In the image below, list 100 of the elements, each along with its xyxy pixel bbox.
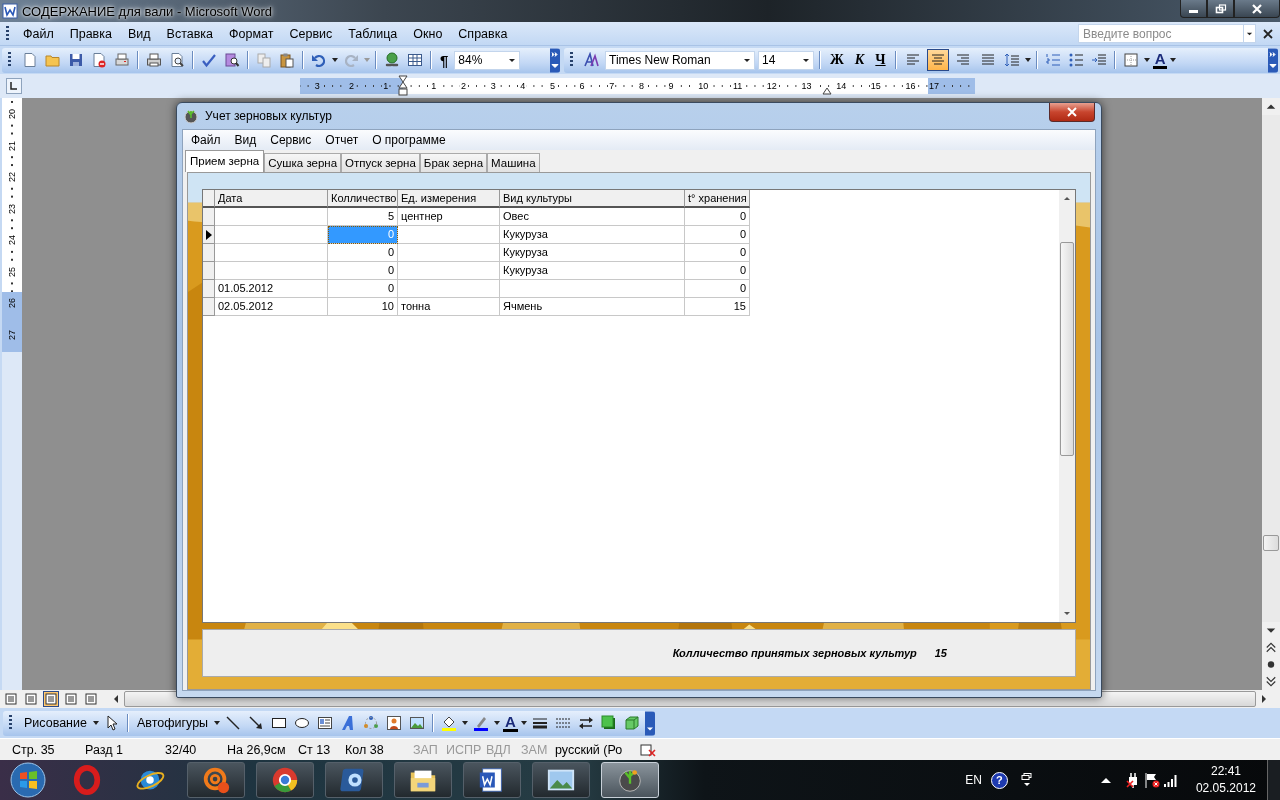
signal-icon[interactable]	[1162, 772, 1179, 788]
shadow-icon[interactable]	[600, 715, 617, 731]
close-icon[interactable]	[1262, 27, 1274, 40]
print-icon[interactable]	[146, 52, 162, 68]
column-header[interactable]: Дата	[215, 190, 328, 208]
fill-color-icon[interactable]	[441, 715, 458, 731]
grain-app-icon[interactable]	[601, 762, 659, 798]
menu-item[interactable]: О программе	[365, 133, 453, 147]
table-cell[interactable]: Овес	[500, 208, 685, 226]
align-center-icon[interactable]	[926, 49, 949, 71]
table-cell[interactable]: 15	[685, 298, 750, 316]
table-cell[interactable]	[398, 226, 500, 244]
underline-button[interactable]: Ч	[871, 52, 890, 68]
menu-item[interactable]: Вставка	[158, 26, 222, 41]
tab[interactable]: Брак зерна	[419, 153, 488, 172]
font-size-field[interactable]: 14	[758, 50, 814, 70]
zoom-field[interactable]: 84%	[454, 50, 521, 70]
column-header[interactable]: Колличество	[328, 190, 398, 208]
diagram-icon[interactable]	[363, 715, 380, 731]
table-cell[interactable]: 0	[685, 244, 750, 262]
folder-icon[interactable]	[394, 762, 452, 798]
normal-view-icon[interactable]	[3, 691, 19, 707]
picture-icon[interactable]	[409, 715, 426, 731]
indent-marker[interactable]	[398, 75, 408, 97]
styles-icon[interactable]	[584, 52, 600, 68]
dropdown-arrow-icon[interactable]	[802, 56, 810, 64]
caret-icon[interactable]	[332, 58, 338, 62]
font-color-button[interactable]: A	[503, 714, 518, 732]
scrollbar-thumb[interactable]	[1263, 535, 1279, 551]
menu-item[interactable]: Таблица	[340, 26, 406, 41]
table-cell[interactable]	[398, 262, 500, 280]
table-cell[interactable]: 0	[685, 262, 750, 280]
reading-view-icon[interactable]	[83, 691, 99, 707]
menu-item[interactable]: Формат	[221, 26, 282, 41]
autoshapes-menu-button[interactable]: Автофигуры	[133, 716, 212, 730]
flag-icon[interactable]	[1143, 772, 1160, 788]
caret-icon[interactable]	[1143, 58, 1150, 62]
indent-icon[interactable]	[1090, 52, 1107, 68]
caret-icon[interactable]	[92, 721, 99, 725]
fax-icon[interactable]	[114, 52, 130, 68]
table-cell[interactable]: 10	[328, 298, 398, 316]
new-document-icon[interactable]	[22, 52, 38, 68]
arrow-icon[interactable]	[248, 715, 265, 731]
dropdown-arrow-icon[interactable]	[508, 56, 517, 64]
menu-item[interactable]: Окно	[405, 26, 451, 41]
word-icon[interactable]	[463, 762, 521, 798]
restore-button[interactable]	[1207, 0, 1234, 18]
right-indent-marker[interactable]	[822, 87, 832, 95]
chrome-icon[interactable]	[256, 762, 314, 798]
table-cell[interactable]: тонна	[398, 298, 500, 316]
line-spacing-icon[interactable]	[1003, 52, 1020, 68]
tab[interactable]: Прием зерна	[185, 150, 265, 172]
drawing-menu-button[interactable]: Рисование	[21, 716, 90, 730]
table-cell[interactable]: 01.05.2012	[215, 280, 328, 298]
table-cell[interactable]	[215, 244, 328, 262]
bold-button[interactable]: Ж	[826, 52, 848, 68]
dash-style-icon[interactable]	[554, 715, 571, 731]
column-header[interactable]: t° хранения	[685, 190, 750, 208]
tab[interactable]: Машина	[487, 153, 540, 172]
clock-date[interactable]: 02.05.2012	[1195, 780, 1256, 797]
table-cell[interactable]: 0	[685, 208, 750, 226]
menu-item[interactable]: Справка	[450, 26, 516, 41]
table-cell[interactable]: 0	[328, 244, 398, 262]
toolbar-options-icon[interactable]	[644, 710, 655, 736]
scrollbar-thumb[interactable]	[1060, 242, 1074, 456]
oval-icon[interactable]	[294, 715, 311, 731]
show-desktop-button[interactable]	[1267, 760, 1280, 800]
table-cell[interactable]: 0	[685, 280, 750, 298]
table-cell[interactable]: 0	[685, 226, 750, 244]
document-stop-icon[interactable]	[91, 52, 107, 68]
rectangle-icon[interactable]	[271, 715, 288, 731]
help-search-field[interactable]: Введите вопрос	[1078, 24, 1244, 43]
research-icon[interactable]	[224, 52, 240, 68]
tab[interactable]: Сушка зерна	[264, 153, 342, 172]
line-color-icon[interactable]	[473, 715, 490, 731]
menu-item[interactable]: Сервис	[263, 133, 319, 147]
caret-icon[interactable]	[462, 721, 469, 725]
table-cell[interactable]: Ячмень	[500, 298, 685, 316]
menu-item[interactable]: Сервис	[281, 26, 341, 41]
clip-art-icon[interactable]	[386, 715, 403, 731]
table-cell[interactable]	[398, 280, 500, 298]
toolbar-options-icon[interactable]	[550, 47, 560, 73]
table-cell[interactable]	[398, 244, 500, 262]
table-cell[interactable]: Кукуруза	[500, 226, 685, 244]
close-button[interactable]	[1049, 103, 1095, 122]
spelling-check-icon[interactable]	[201, 52, 217, 68]
font-color-button[interactable]: A	[1152, 51, 1168, 69]
menu-item[interactable]: Вид	[119, 26, 159, 41]
print-preview-icon[interactable]	[169, 52, 185, 68]
table-cell[interactable]	[215, 262, 328, 280]
line-style-icon[interactable]	[531, 715, 548, 731]
caret-icon[interactable]	[214, 721, 221, 725]
dropdown-arrow-icon[interactable]	[743, 56, 751, 64]
menu-item[interactable]: Правка	[61, 26, 120, 41]
start-button[interactable]	[10, 762, 46, 798]
table-cell[interactable]: центнер	[398, 208, 500, 226]
menu-item[interactable]: Файл	[184, 133, 228, 147]
menu-item[interactable]: Вид	[227, 133, 264, 147]
column-header[interactable]: Вид культуры	[500, 190, 685, 208]
table-cell[interactable]: Кукуруза	[500, 244, 685, 262]
